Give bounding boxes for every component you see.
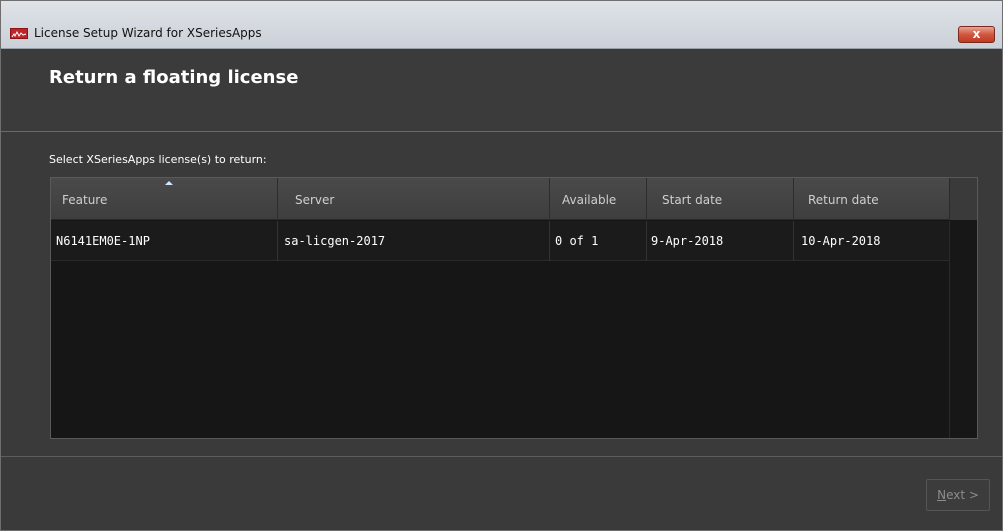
cell-return-date: 10-Apr-2018 <box>801 234 881 248</box>
next-label: ext > <box>946 488 979 502</box>
column-header-available[interactable]: Available <box>562 178 616 220</box>
page-title: Return a floating license <box>49 67 299 88</box>
cell-divider <box>646 221 647 261</box>
close-button[interactable]: x <box>958 26 995 43</box>
cell-divider <box>277 221 278 261</box>
column-divider[interactable] <box>277 178 278 220</box>
close-icon: x <box>972 27 981 41</box>
cell-feature: N6141EM0E-1NP <box>56 234 150 248</box>
cell-divider <box>793 221 794 261</box>
table-header: Feature Server Available Start date Retu… <box>51 178 977 220</box>
cell-server: sa-licgen-2017 <box>284 234 386 248</box>
column-header-return-date[interactable]: Return date <box>808 178 879 220</box>
instruction-label: Select XSeriesApps license(s) to return: <box>49 153 267 166</box>
window-title: License Setup Wizard for XSeriesApps <box>34 26 262 40</box>
sort-ascending-icon <box>165 181 173 185</box>
cell-start-date: 9-Apr-2018 <box>651 234 724 248</box>
footer-divider <box>1 456 1002 457</box>
column-header-server[interactable]: Server <box>295 178 334 220</box>
cell-divider <box>549 221 550 261</box>
next-mnemonic: N <box>937 488 947 502</box>
column-header-feature[interactable]: Feature <box>62 178 107 220</box>
cell-available: 0 of 1 <box>555 234 599 248</box>
column-header-start-date[interactable]: Start date <box>662 178 722 220</box>
title-bar[interactable]: License Setup Wizard for XSeriesApps x <box>1 1 1002 49</box>
license-wizard-window: License Setup Wizard for XSeriesApps x R… <box>0 0 1003 531</box>
header-filler <box>949 178 977 220</box>
table-scroll-area <box>949 221 977 438</box>
wizard-header <box>1 50 1002 132</box>
column-divider[interactable] <box>549 178 550 220</box>
next-button[interactable]: Next > <box>926 479 990 511</box>
app-logo-icon <box>10 28 28 39</box>
license-table: Feature Server Available Start date Retu… <box>50 177 978 439</box>
column-divider[interactable] <box>646 178 647 220</box>
table-row[interactable]: N6141EM0E-1NP sa-licgen-2017 0 of 1 9-Ap… <box>51 221 949 261</box>
column-divider[interactable] <box>793 178 794 220</box>
